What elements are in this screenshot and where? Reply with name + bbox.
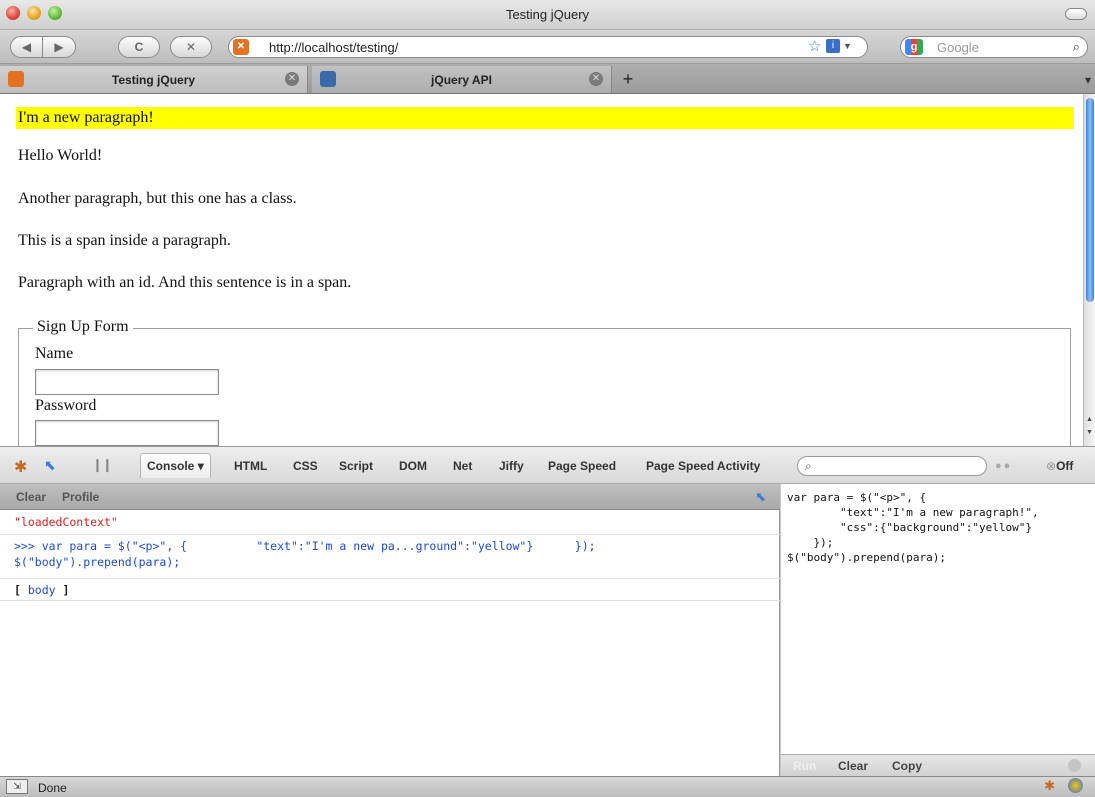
chevron-down-icon: ▾ [197,459,204,473]
tab-bar: Testing jQuery ✕ jQuery API ✕ + ▾ [0,64,1095,94]
run-button[interactable]: Run [793,759,816,773]
name-field[interactable] [35,369,219,395]
tab-console-label: Console [147,459,195,473]
new-paragraph: I'm a new paragraph! [16,107,1074,129]
google-engine-icon[interactable]: g [905,39,923,55]
span-paragraph: This is a span inside a paragraph. [18,232,231,249]
console-string: "loadedContext" [14,515,118,529]
stop-button[interactable]: ✕ [170,36,212,58]
yslow-icon[interactable] [1068,778,1083,793]
scroll-up-arrow-icon[interactable]: ▲ [1086,416,1093,423]
result-bracket: ] [55,583,70,597]
tab-favicon-icon [320,71,336,87]
tab-console[interactable]: Console ▾ [140,453,211,478]
console-command-row: >>> var para = $("<p>", { "text":"I'm a … [0,535,780,579]
reload-button[interactable]: C [118,36,160,58]
console-command-line: $("body").prepend(para); [14,555,181,569]
password-field[interactable] [35,420,219,446]
firebug-toolbar: ✱ ⬉ ❙❙ Console ▾ HTML CSS Script DOM Net… [0,446,1095,484]
tab-testing-jquery[interactable]: Testing jQuery ✕ [0,66,308,93]
window-titlebar: Testing jQuery [0,0,1095,30]
password-label: Password [35,397,97,414]
page-content: I'm a new paragraph! Hello World! Anothe… [0,94,1083,446]
firebug-icon[interactable]: ✱ [14,457,27,477]
class-paragraph: Another paragraph, but this one has a cl… [18,190,297,207]
pause-icon[interactable]: ❙❙ [92,457,113,473]
console-toolbar: Clear Profile ⬉ [0,484,780,510]
tab-css[interactable]: CSS [293,459,318,473]
tab-page-speed[interactable]: Page Speed [548,459,616,473]
id-paragraph: Paragraph with an id. And this sentence … [18,274,352,291]
command-editor[interactable]: var para = $("<p>", { "text":"I'm a new … [781,484,1095,776]
status-text: Done [38,781,67,795]
status-toggle-icon[interactable]: ⇲ [6,779,28,794]
firebug-window-controls-icon[interactable]: ●● [995,460,1012,472]
body-element-link[interactable]: body [28,583,56,597]
back-button[interactable]: ◀ [10,36,43,58]
fieldset-legend: Sign Up Form [33,318,133,336]
result-bracket: [ [14,583,28,597]
name-label: Name [35,345,74,362]
tab-jquery-api[interactable]: jQuery API ✕ [312,66,612,93]
scrollbar-thumb[interactable] [1086,98,1094,302]
tab-html[interactable]: HTML [234,459,267,473]
console-profile-button[interactable]: Profile [62,490,99,504]
search-icon[interactable]: ⌕ [1073,39,1080,55]
bookmark-star-icon[interactable]: ☆ [808,37,821,57]
editor-toolbar: Run Clear Copy [781,754,1095,776]
console-clear-button[interactable]: Clear [16,490,46,504]
editor-clear-button[interactable]: Clear [838,759,868,773]
editor-code[interactable]: var para = $("<p>", { "text":"I'm a new … [787,490,1039,565]
firebug-status-icon[interactable]: ✱ [1044,778,1055,794]
close-tab-icon[interactable]: ✕ [285,72,299,86]
info-icon[interactable]: i [826,39,840,53]
tab-label: jQuery API [431,72,492,87]
list-all-tabs-icon[interactable]: ▾ [1085,73,1091,87]
inspect-icon[interactable]: ⬉ [44,457,56,474]
hello-paragraph: Hello World! [18,147,103,164]
url-history-dropdown-icon[interactable]: ▼ [843,41,852,51]
new-tab-button[interactable]: + [612,66,644,93]
search-bar[interactable]: g Google ⌕ [900,36,1088,58]
page-scrollbar[interactable]: ▲ ▼ [1083,94,1095,446]
search-icon: ⌕ [805,459,812,473]
tab-script[interactable]: Script [339,459,373,473]
tab-jiffy[interactable]: Jiffy [499,459,524,473]
console-log-row: "loadedContext" [0,510,780,535]
tab-label: Testing jQuery [111,72,196,87]
console-command-line: >>> var para = $("<p>", { "text":"I'm a … [14,539,596,553]
url-text[interactable]: http://localhost/testing/ [269,40,398,55]
editor-copy-button[interactable]: Copy [892,759,922,773]
scroll-down-arrow-icon[interactable]: ▼ [1086,429,1093,436]
tab-dom[interactable]: DOM [399,459,427,473]
off-icon: ⊗ [1046,459,1057,473]
console-result-row: [ body ] [0,579,780,601]
firebug-off-button[interactable]: ⊗Off [1046,459,1073,473]
site-favicon-icon: ✕ [233,39,249,55]
tab-page-speed-activity[interactable]: Page Speed Activity [646,459,760,473]
navigation-toolbar: ◀ ▶ C ✕ ✕ http://localhost/testing/ ☆ i … [0,30,1095,64]
inspect-icon[interactable]: ⬉ [755,489,766,505]
tab-net[interactable]: Net [453,459,472,473]
window-title: Testing jQuery [505,7,590,22]
toolbar-toggle-button[interactable] [1065,8,1087,20]
firebug-search-input[interactable]: ⌕ [797,456,987,476]
console-panel: Clear Profile ⬉ "loadedContext" >>> var … [0,484,780,776]
url-bar[interactable]: ✕ http://localhost/testing/ [228,36,868,58]
off-label: Off [1056,459,1074,473]
search-input[interactable]: Google [937,40,979,55]
forward-button[interactable]: ▶ [43,36,76,58]
tab-favicon-icon [8,71,24,87]
signup-fieldset: Sign Up Form Name Password [18,318,1071,446]
status-bar: ⇲ Done ✱ [0,776,1095,797]
close-tab-icon[interactable]: ✕ [589,72,603,86]
editor-toggle-icon[interactable] [1068,759,1081,772]
